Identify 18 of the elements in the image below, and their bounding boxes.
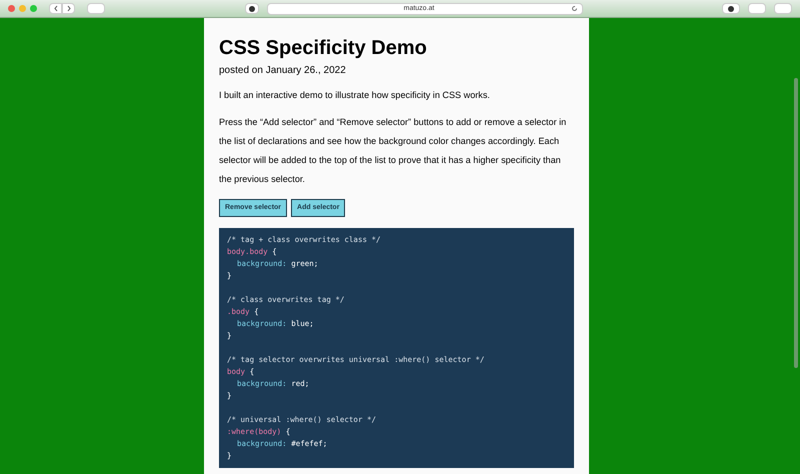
chevron-right-icon <box>66 5 72 12</box>
download-button[interactable] <box>722 3 740 14</box>
reader-button[interactable] <box>244 3 258 14</box>
close-icon[interactable] <box>8 5 15 12</box>
forward-button[interactable] <box>62 3 75 14</box>
sidebar-button[interactable] <box>87 3 105 14</box>
back-button[interactable] <box>49 3 62 14</box>
article-title: CSS Specificity Demo <box>219 36 428 60</box>
scrollbar[interactable] <box>794 78 798 368</box>
minimize-icon[interactable] <box>19 5 26 12</box>
paragraph: I built an interactive demo to illustrate how specificity in CSS works. <box>219 89 491 102</box>
reload-icon[interactable] <box>570 5 578 12</box>
tabs-button[interactable] <box>774 3 792 14</box>
post-date: posted on January 26., 2022 <box>219 64 347 78</box>
chevron-left-icon <box>52 5 58 12</box>
share-button[interactable] <box>748 3 766 14</box>
paragraph: Press the “Add selector” and “Remove selector” buttons to add or remove a selector in the list of declarations and see how the background color changes accordingly. Each selector will be added to the top of the list to prove that it has a higher specificity than the previous selector. <box>219 116 568 186</box>
maximize-icon[interactable] <box>30 5 37 12</box>
